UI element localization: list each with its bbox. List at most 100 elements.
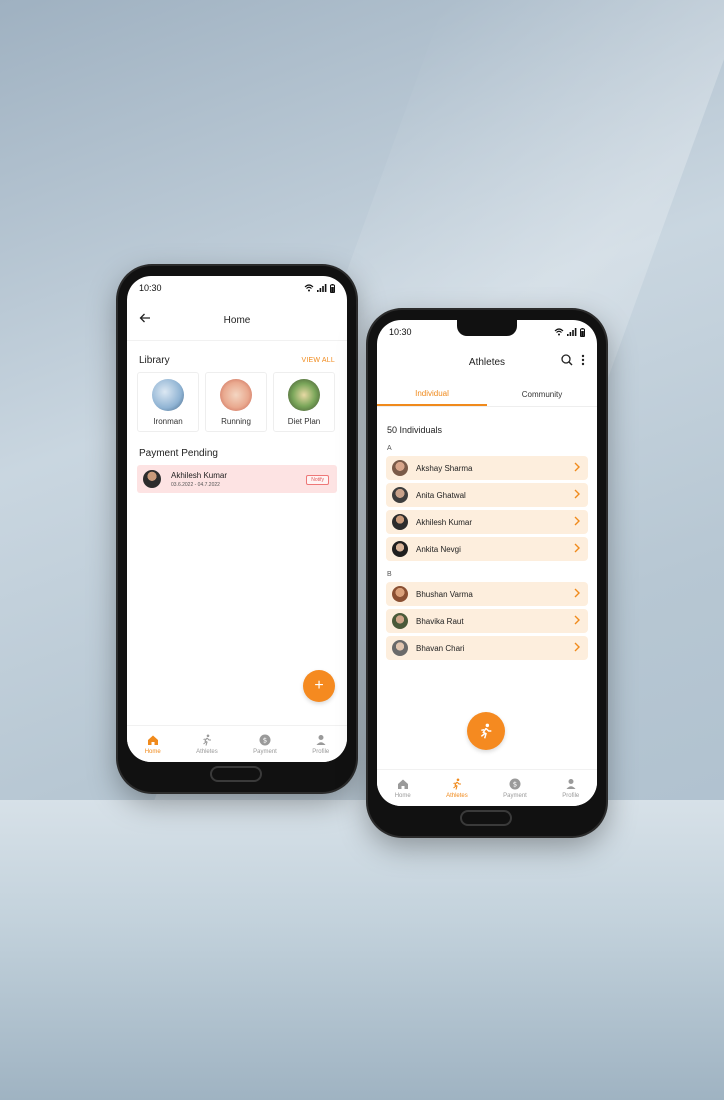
app-bar-actions: [561, 354, 585, 366]
athlete-name: Bhushan Varma: [416, 589, 473, 599]
athlete-row[interactable]: Akshay Sharma: [386, 456, 588, 480]
phone-home: 10:30 Home Library VIEW ALL Ironman Runn…: [118, 266, 356, 792]
status-bar: 10:30: [127, 276, 347, 300]
athlete-list-a: Akshay Sharma Anita Ghatwal Akhilesh Kum…: [377, 456, 597, 561]
page-title: Home: [223, 314, 251, 326]
signal-icon: [567, 328, 577, 336]
avatar: [392, 613, 408, 629]
runner-icon: [480, 723, 492, 739]
library-item-diet-plan[interactable]: Diet Plan: [273, 372, 335, 432]
library-item-label: Ironman: [153, 416, 183, 426]
athlete-row[interactable]: Akhilesh Kumar: [386, 510, 588, 534]
segment-tabs: Individual Community: [377, 382, 597, 407]
home-icon: [397, 779, 408, 789]
avatar: [392, 514, 408, 530]
user-icon: [566, 778, 576, 789]
nav-profile[interactable]: Profile: [312, 734, 329, 755]
group-letter-b: B: [387, 571, 392, 578]
tab-individual[interactable]: Individual: [377, 382, 487, 406]
nav-payment[interactable]: $ Payment: [253, 734, 277, 755]
chevron-right-icon: [574, 489, 580, 499]
nav-home[interactable]: Home: [145, 734, 161, 755]
view-all-link[interactable]: VIEW ALL: [301, 357, 335, 364]
phone-athletes: 10:30 Athletes Individual Community 50 I…: [368, 310, 606, 836]
nav-athletes[interactable]: Athletes: [446, 778, 468, 799]
nav-profile-label: Profile: [562, 792, 580, 799]
avatar: [392, 460, 408, 476]
home-icon: [147, 735, 158, 745]
athlete-row[interactable]: Bhushan Varma: [386, 582, 588, 606]
individuals-count: 50 Individuals: [387, 425, 443, 435]
svg-text:$: $: [263, 736, 267, 744]
library-header: Library VIEW ALL: [127, 355, 347, 366]
nav-profile[interactable]: Profile: [562, 778, 579, 799]
library-item-running[interactable]: Running: [205, 372, 267, 432]
bottom-nav: Home Athletes $ Payment Profile: [377, 769, 597, 806]
add-athlete-button[interactable]: [467, 712, 505, 750]
payment-name: Akhilesh Kumar: [171, 470, 228, 480]
library-item-label: Diet Plan: [287, 416, 321, 426]
app-bar: Home: [127, 300, 347, 341]
svg-text:$: $: [513, 780, 517, 788]
running-image: [220, 378, 252, 411]
chevron-right-icon: [574, 642, 580, 652]
background-floor: [0, 800, 724, 1100]
athlete-name: Akshay Sharma: [416, 463, 473, 473]
nav-athletes-label: Athletes: [446, 792, 468, 799]
dollar-coin-icon: $: [259, 734, 271, 745]
runner-icon: [453, 778, 461, 790]
athlete-name: Anita Ghatwal: [416, 490, 466, 500]
athlete-name: Bhavika Raut: [416, 616, 464, 626]
user-icon: [316, 734, 326, 745]
athlete-row[interactable]: Ankita Nevgi: [386, 537, 588, 561]
group-letter-a: A: [387, 445, 392, 452]
status-time: 10:30: [139, 283, 162, 293]
phone-home-button: [460, 810, 512, 826]
tab-community[interactable]: Community: [487, 382, 597, 406]
battery-icon: [330, 283, 335, 293]
avatar: [143, 470, 161, 488]
nav-home-label: Home: [394, 792, 411, 799]
bottom-nav: Home Athletes $ Payment Profile: [127, 725, 347, 762]
payment-pending-title: Payment Pending: [139, 448, 218, 459]
chevron-right-icon: [574, 588, 580, 598]
athlete-row[interactable]: Anita Ghatwal: [386, 483, 588, 507]
avatar: [392, 487, 408, 503]
chevron-right-icon: [574, 615, 580, 625]
signal-icon: [317, 284, 327, 292]
payment-dates: 03.6.2022 - 04.7.2022: [171, 481, 220, 488]
page-title: Athletes: [468, 356, 506, 368]
phone-home-button: [210, 766, 262, 782]
payment-pending-item[interactable]: Akhilesh Kumar 03.6.2022 - 04.7.2022 Not…: [137, 465, 337, 493]
athlete-name: Akhilesh Kumar: [416, 517, 473, 527]
avatar: [392, 541, 408, 557]
nav-home[interactable]: Home: [395, 778, 411, 799]
wifi-icon: [304, 284, 314, 292]
nav-payment[interactable]: $ Payment: [503, 778, 527, 799]
more-vertical-icon[interactable]: [581, 354, 585, 366]
app-bar: Athletes: [377, 344, 597, 380]
avatar: [392, 640, 408, 656]
camera-notch: [457, 320, 517, 336]
add-button[interactable]: +: [303, 670, 335, 702]
status-icons: [304, 283, 335, 293]
runner-icon: [203, 734, 211, 746]
athlete-name: Ankita Nevgi: [416, 544, 461, 554]
notify-button[interactable]: Notify: [306, 475, 329, 485]
library-item-label: Running: [221, 416, 251, 426]
wifi-icon: [554, 328, 564, 336]
athletes-screen: 10:30 Athletes Individual Community 50 I…: [377, 320, 597, 806]
nav-home-label: Home: [144, 748, 161, 755]
library-item-ironman[interactable]: Ironman: [137, 372, 199, 432]
payment-text: Akhilesh Kumar 03.6.2022 - 04.7.2022: [171, 471, 227, 488]
chevron-right-icon: [574, 462, 580, 472]
chevron-right-icon: [574, 516, 580, 526]
search-icon[interactable]: [561, 354, 573, 366]
back-arrow-icon[interactable]: [139, 312, 151, 324]
nav-payment-label: Payment: [503, 792, 527, 799]
athlete-row[interactable]: Bhavan Chari: [386, 636, 588, 660]
home-screen: 10:30 Home Library VIEW ALL Ironman Runn…: [127, 276, 347, 762]
athlete-row[interactable]: Bhavika Raut: [386, 609, 588, 633]
battery-icon: [580, 327, 585, 337]
nav-athletes[interactable]: Athletes: [196, 734, 218, 755]
